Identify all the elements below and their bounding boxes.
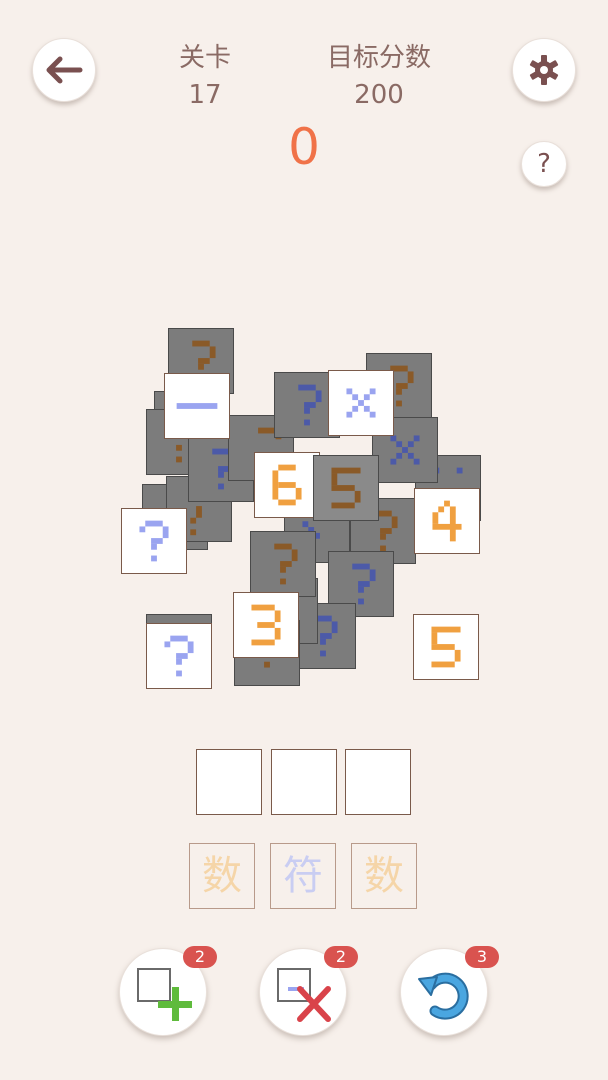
equation-slot-1[interactable]: [196, 749, 262, 815]
arrow-left-icon: [46, 56, 83, 84]
question-icon: ?: [537, 149, 551, 179]
digit-4: [432, 500, 462, 542]
target-score-value: 200: [354, 80, 404, 110]
level-value: 17: [188, 80, 222, 110]
back-button[interactable]: [32, 38, 96, 102]
number-tile[interactable]: [254, 452, 320, 518]
settings-button[interactable]: [512, 38, 576, 102]
minus-symbol: [176, 403, 218, 409]
number-tile[interactable]: [414, 488, 480, 554]
current-score: 0: [288, 118, 320, 176]
target-score-label: 目标分数: [326, 43, 431, 73]
digit-5: [331, 467, 361, 509]
undo-count-badge: 3: [465, 946, 499, 968]
number-tile[interactable]: [313, 455, 379, 521]
question-symbol: [164, 635, 194, 677]
digit-3: [251, 604, 281, 646]
digit-5: [431, 626, 461, 668]
equation-slot-3[interactable]: [345, 749, 411, 815]
operator-tile[interactable]: [328, 370, 394, 436]
wildcard-symbol: [274, 543, 298, 585]
number-tile[interactable]: [233, 592, 299, 658]
remove-operator-count-badge: 2: [324, 946, 358, 968]
add-tile-count-badge: 2: [183, 946, 217, 968]
wildcard-tile[interactable]: [121, 508, 187, 574]
hint-operator: 符: [270, 843, 336, 909]
question-symbol: [139, 520, 169, 562]
multiply-symbol: [346, 388, 376, 418]
gear-icon: [529, 55, 559, 85]
hint-number-1: 数: [189, 843, 255, 909]
level-label: 关卡: [178, 43, 231, 73]
hidden-tile[interactable]: [250, 531, 316, 597]
hint-number-2: 数: [351, 843, 417, 909]
help-button[interactable]: ?: [521, 141, 567, 187]
number-tile[interactable]: [413, 614, 479, 680]
operator-tile[interactable]: [164, 373, 230, 439]
digit-6: [272, 464, 302, 506]
equation-slot-2[interactable]: [271, 749, 337, 815]
wildcard-tile[interactable]: [146, 623, 212, 689]
